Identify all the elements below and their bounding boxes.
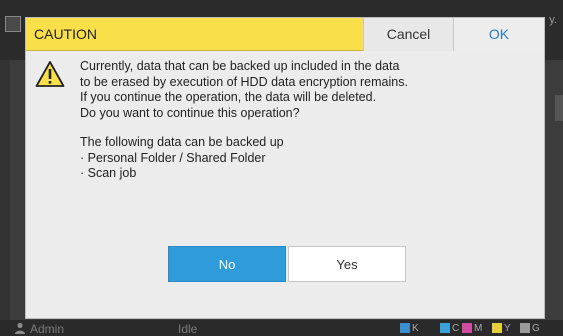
- cancel-button[interactable]: Cancel: [363, 18, 453, 51]
- backup-item: · Scan job: [80, 166, 137, 180]
- dialog-header: CAUTION Cancel OK: [26, 18, 544, 51]
- toner-g-swatch: [520, 323, 530, 333]
- backup-item: · Personal Folder / Shared Folder: [80, 150, 266, 165]
- no-button[interactable]: No: [168, 246, 286, 282]
- toner-indicator-m: M: [462, 322, 482, 334]
- toner-m-label: M: [474, 322, 483, 334]
- toner-k-label: K: [412, 322, 419, 334]
- toner-y-swatch: [492, 323, 502, 333]
- user-icon: [15, 322, 25, 334]
- warning-icon: [35, 61, 65, 87]
- toner-indicator-c: C: [440, 322, 459, 334]
- machine-status: Idle: [178, 322, 198, 336]
- toner-indicator-g: G: [520, 322, 540, 334]
- dialog-title: CAUTION: [26, 18, 363, 51]
- user-name: Admin: [30, 322, 65, 336]
- toner-y-label: Y: [504, 322, 511, 334]
- message-line: Do you want to continue this operation?: [80, 105, 300, 120]
- message-line: If you continue the operation, the data …: [80, 90, 377, 104]
- toner-m-swatch: [462, 323, 472, 333]
- toner-indicator-y: Y: [492, 322, 511, 334]
- background-scroll-tab: [555, 95, 563, 121]
- yes-button[interactable]: Yes: [288, 246, 406, 282]
- ok-button[interactable]: OK: [453, 18, 544, 51]
- background-corner-icon: [5, 16, 21, 32]
- background-left-strip: [0, 60, 10, 320]
- toner-indicator-k: K: [400, 322, 419, 334]
- toner-c-swatch: [440, 323, 450, 333]
- toner-k-swatch: [400, 323, 410, 333]
- caution-dialog: CAUTION Cancel OK Currently, data that c…: [25, 17, 545, 319]
- toner-g-label: G: [532, 322, 540, 334]
- backup-heading: The following data can be backed up: [80, 135, 284, 149]
- toner-c-label: C: [452, 322, 460, 334]
- dialog-message: Currently, data that can be backed up in…: [80, 59, 520, 182]
- message-line: Currently, data that can be backed up in…: [80, 59, 400, 73]
- background-status-text: y.: [549, 14, 557, 26]
- message-line: to be erased by execution of HDD data en…: [80, 74, 408, 89]
